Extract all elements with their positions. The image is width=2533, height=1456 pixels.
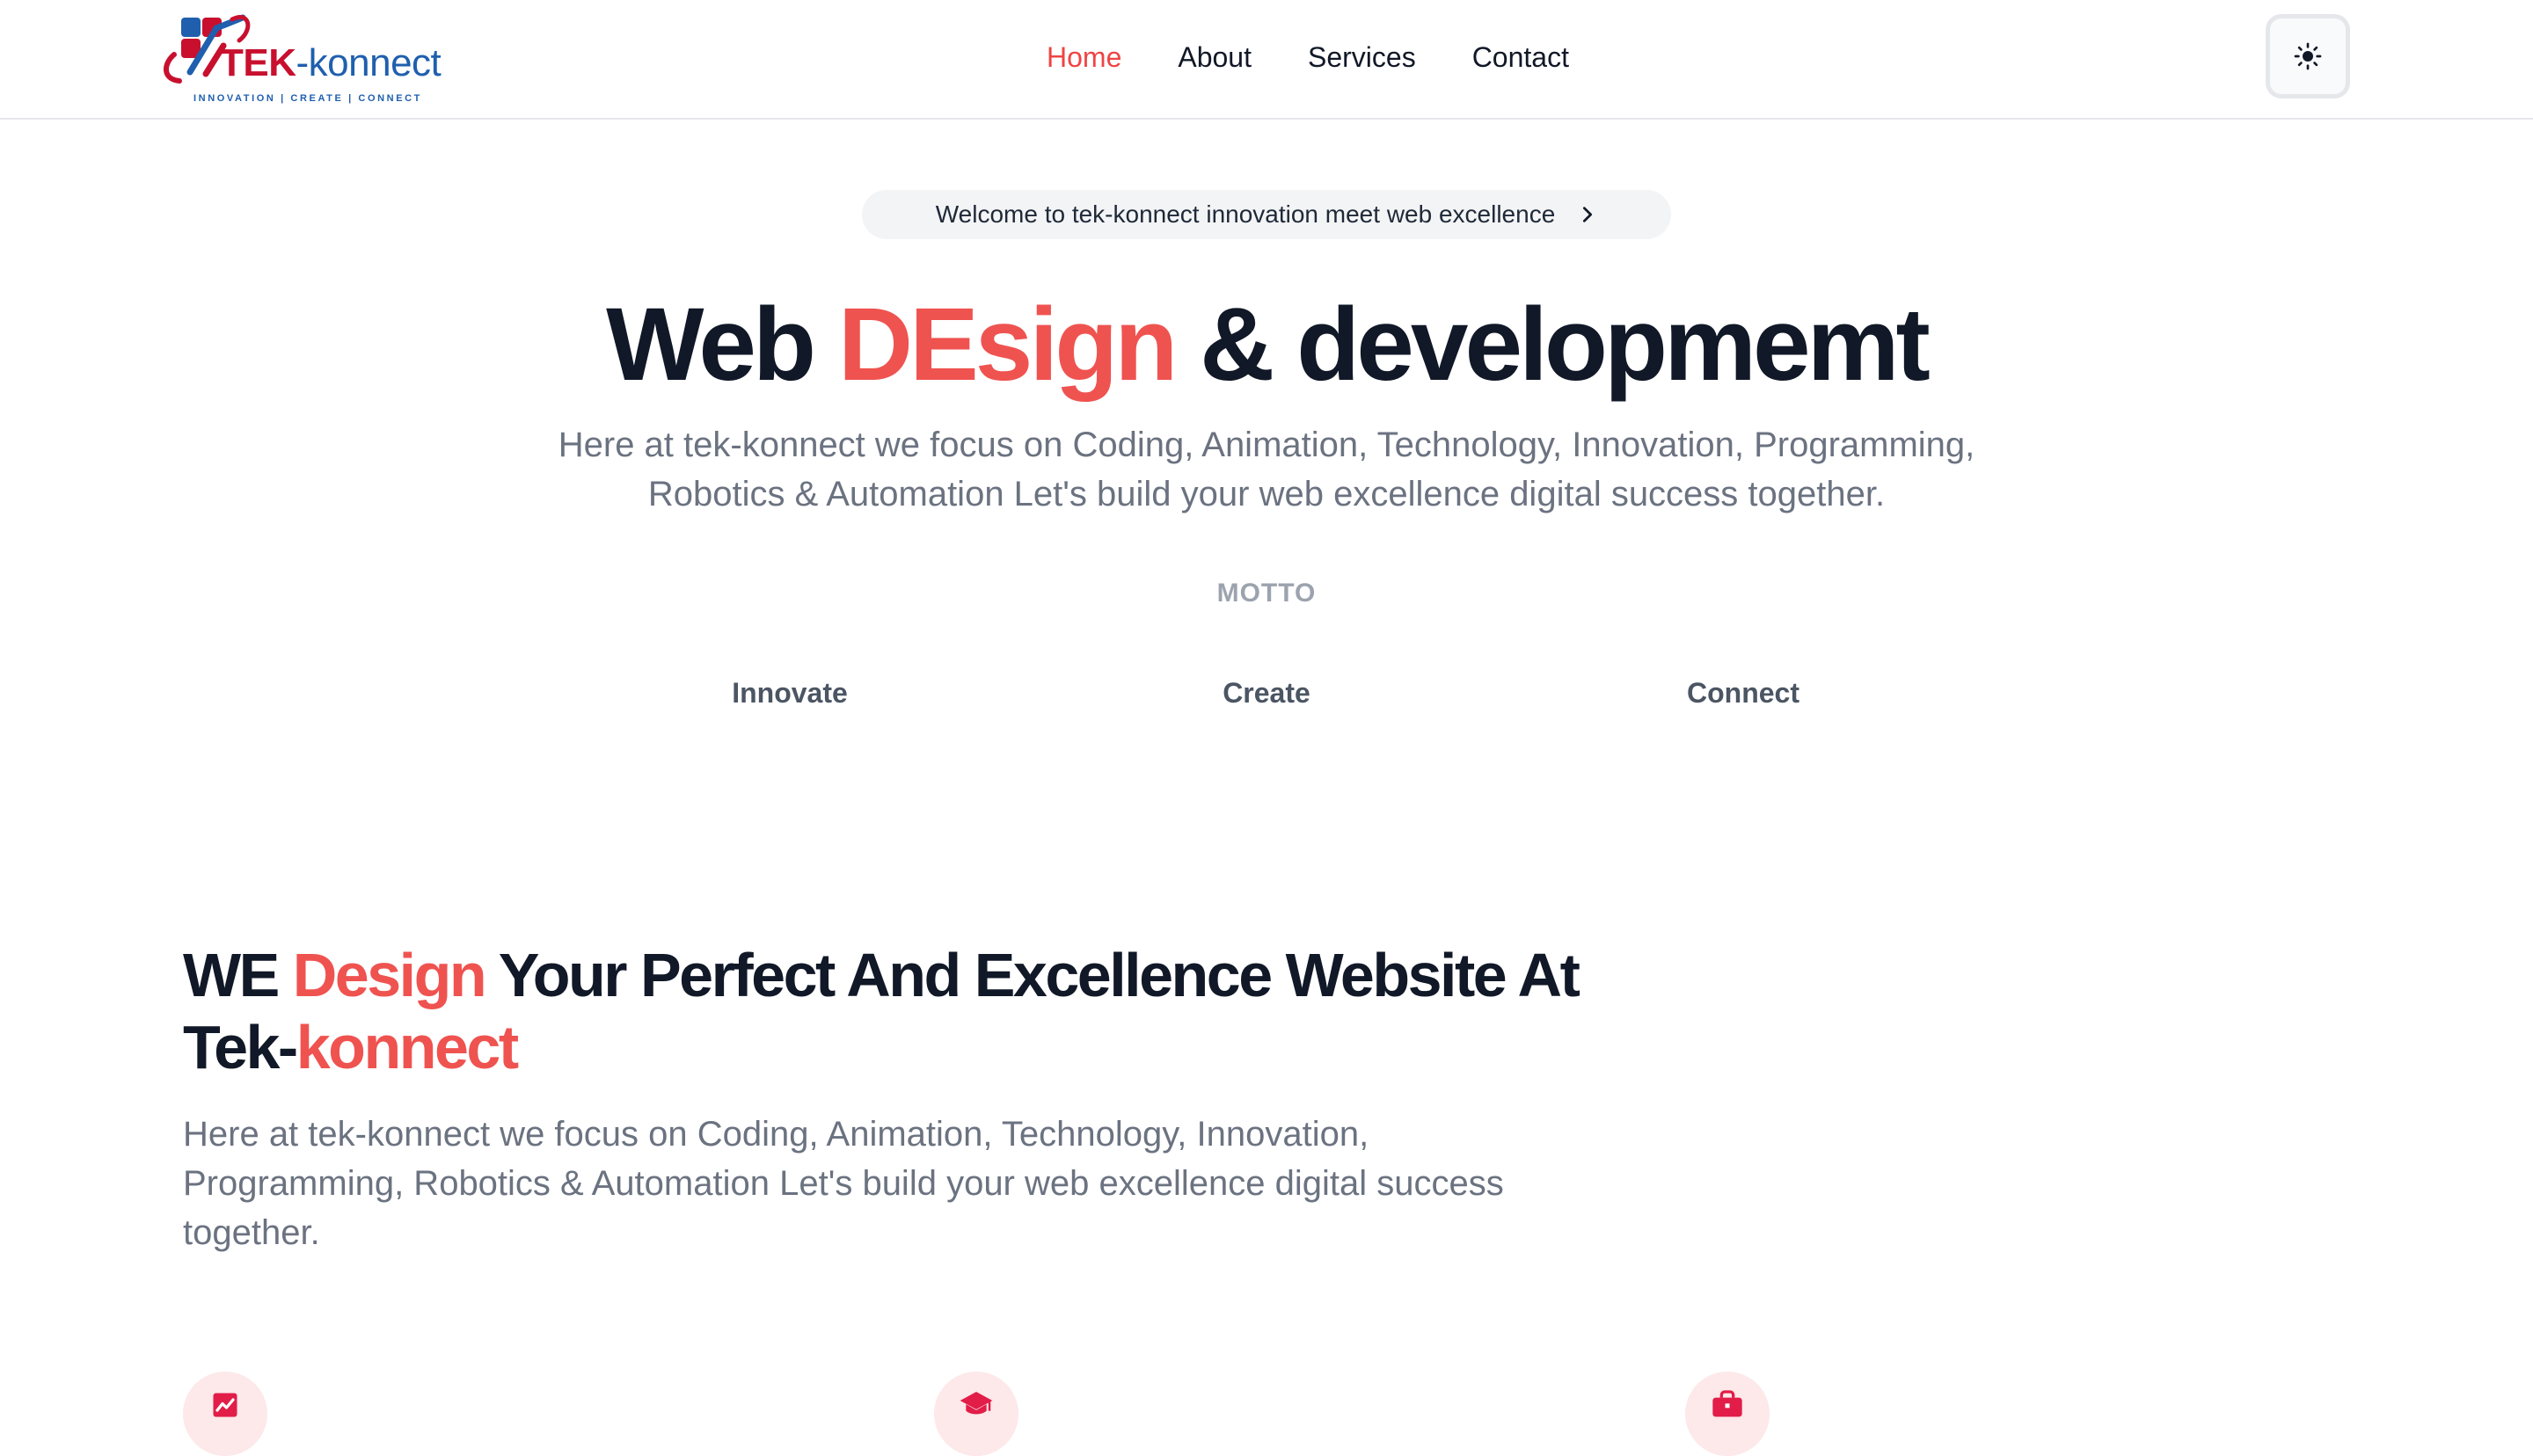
motto-item-create: Create [1223,677,1310,709]
feature-education-badge [934,1372,1018,1456]
section-title-accent-konnect: konnect [296,1013,519,1081]
main-nav: Home About Services Contact [1047,35,1569,79]
section-title-part1: WE [183,941,293,1009]
brand-logo[interactable]: TEK-konnect INNOVATION | CREATE | CONNEC… [155,11,442,104]
logo-wordmark: TEK-konnect [220,41,442,84]
hero-title-part2: & developmemt [1174,287,1931,403]
section-description: Here at tek-konnect we focus on Coding, … [183,1115,1504,1252]
nav-about-link[interactable]: About [1178,41,1252,74]
logo-tagline: INNOVATION | CREATE | CONNECT [193,93,422,104]
briefcase-icon [1712,1390,1742,1417]
theme-toggle-button[interactable] [2266,14,2350,98]
graduation-cap-icon [960,1392,993,1415]
hero-title-accent: DEsign [837,287,1178,403]
motto-item-connect: Connect [1687,677,1799,709]
feature-business-badge [1685,1372,1770,1456]
sun-icon [2294,42,2322,70]
feature-chart-badge [183,1372,267,1456]
logo-text-tek: TEK [220,41,296,84]
section-title: WE Design Your Perfect And Excellence We… [183,939,1590,1083]
section-title-accent-design: Design [292,941,487,1009]
motto-item-innovate: Innovate [732,677,848,709]
nav-services-link[interactable]: Services [1308,41,1416,74]
announcement-pill[interactable]: Welcome to tek-konnect innovation meet w… [862,190,1671,239]
announcement-text: Welcome to tek-konnect innovation meet w… [935,200,1556,228]
motto-label: MOTTO [1216,579,1317,608]
nav-home-link[interactable]: Home [1047,41,1121,74]
site-header: TEK-konnect INNOVATION | CREATE | CONNEC… [0,0,2533,120]
hero-description: Here at tek-konnect we focus on Coding, … [558,426,1975,513]
hero-title-part1: Web [606,287,838,403]
nav-contact-link[interactable]: Contact [1472,41,1569,74]
hero-title: Web DEsign & developmemt [0,283,2533,406]
logo-text-konnect: -konnect [296,41,442,84]
chevron-right-icon [1578,205,1597,224]
chart-icon [213,1393,237,1417]
